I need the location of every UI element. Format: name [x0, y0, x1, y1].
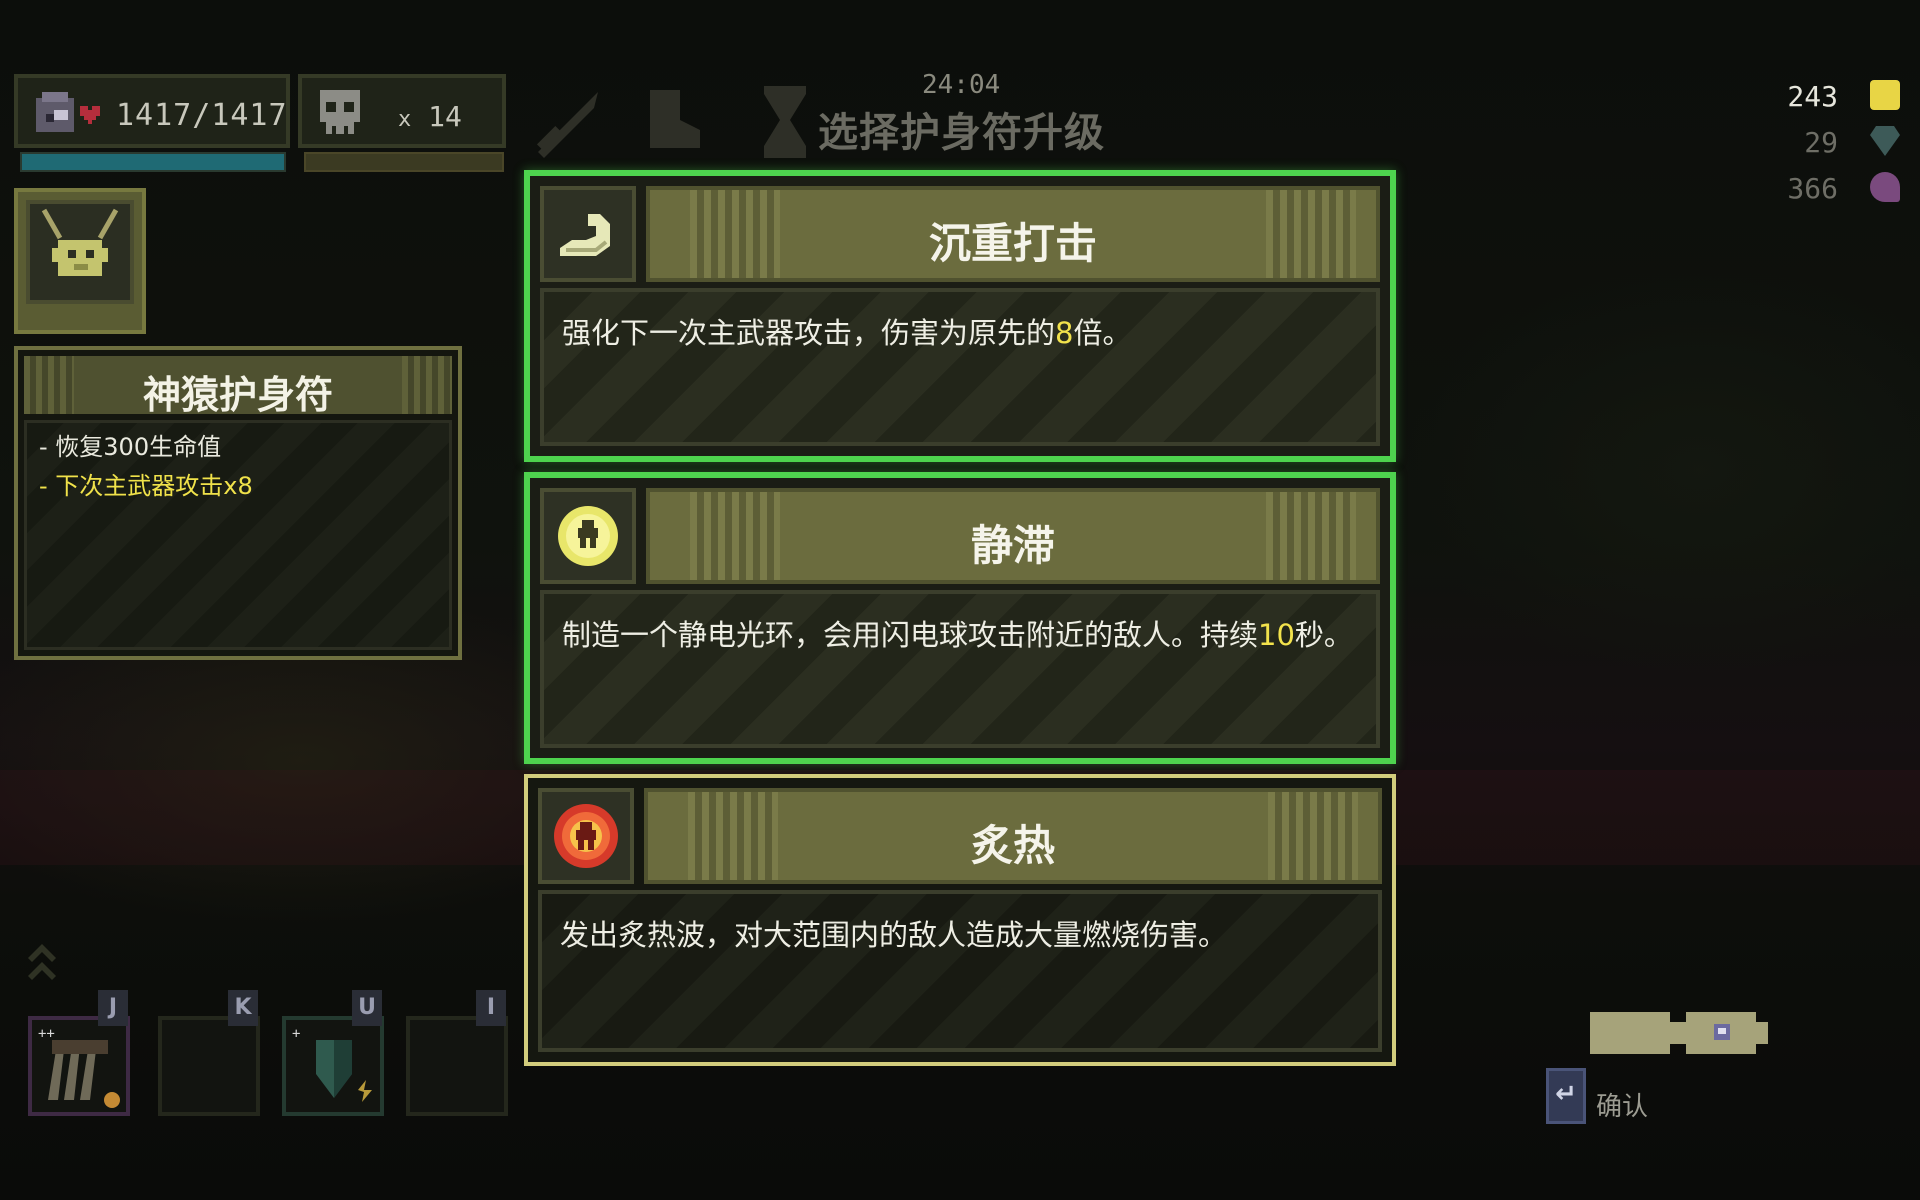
run-timer: 24:04	[922, 70, 1001, 100]
gem-count: 29	[1804, 126, 1838, 159]
minimap	[1590, 1012, 1768, 1054]
amulet-tooltip: 神猿护身符 - 恢复300生命值 - 下次主武器攻击x8	[14, 346, 462, 660]
level-up-arrow-icon	[28, 944, 56, 980]
choice-header: 沉重打击	[646, 186, 1380, 282]
gold-count: 243	[1787, 80, 1838, 113]
monkey-amulet-icon	[41, 208, 119, 276]
static-aura-icon	[558, 506, 618, 566]
choice-body: 制造一个静电光环，会用闪电球攻击附近的敌人。持续10秒。	[540, 590, 1380, 748]
skull-icon	[320, 90, 360, 134]
amulet-effect-line: - 恢复300生命值	[39, 433, 222, 461]
amulet-effect-line-highlight: - 下次主武器攻击x8	[39, 472, 253, 500]
desc-text-end: 秒。	[1294, 618, 1353, 652]
kill-count-prefix: x	[398, 107, 412, 132]
desc-number: 8	[1055, 316, 1074, 350]
choice-header: 静滞	[646, 488, 1380, 584]
svg-text:+: +	[292, 1026, 300, 1042]
upgrade-choice-card[interactable]: 沉重打击 强化下一次主武器攻击，伤害为原先的8倍。	[524, 170, 1396, 462]
soul-count: 366	[1787, 172, 1838, 205]
hotkey-badge: U	[352, 990, 382, 1026]
boot-stat-icon	[650, 90, 700, 148]
choice-title: 沉重打击	[928, 219, 1097, 268]
skill-slot-empty[interactable]	[406, 1016, 508, 1116]
kill-counter-panel: x 14	[298, 74, 506, 148]
choice-icon-frame	[540, 488, 636, 584]
amulet-tooltip-title: 神猿护身符	[142, 373, 333, 417]
choice-description: 制造一个静电光环，会用闪电球攻击附近的敌人。持续10秒。	[562, 612, 1353, 654]
hourglass-icon	[764, 86, 806, 158]
choice-icon-frame	[538, 788, 634, 884]
hotkey-badge: K	[228, 990, 258, 1026]
health-value: 1417/1417	[116, 98, 288, 133]
upgrade-choice-card[interactable]: 炙热 发出炙热波，对大范围内的敌人造成大量燃烧伤害。	[524, 774, 1396, 1066]
heat-burst-icon	[554, 804, 618, 868]
desc-text: 发出炙热波，对大范围内的敌人造成大量燃烧伤害。	[560, 918, 1228, 952]
health-panel: 1417/1417	[14, 74, 290, 148]
claw-weapon-icon: ++	[38, 1026, 120, 1108]
amulet-slot[interactable]	[14, 188, 146, 334]
health-bar	[20, 152, 286, 172]
svg-text:++: ++	[38, 1026, 55, 1042]
kill-count: x 14	[398, 100, 462, 133]
enter-key-icon[interactable]: ↵	[1546, 1068, 1586, 1124]
health-bar-fill	[22, 154, 284, 170]
choose-upgrade-title: 选择护身符升级	[818, 110, 1105, 156]
sword-stat-icon	[536, 92, 598, 158]
skill-slot-empty[interactable]	[158, 1016, 260, 1116]
skill-slot-shield[interactable]: +	[282, 1016, 384, 1116]
skill-slot-claw[interactable]: ++	[28, 1016, 130, 1116]
choice-body: 强化下一次主武器攻击，伤害为原先的8倍。	[540, 288, 1380, 446]
hotkey-badge: I	[476, 990, 506, 1026]
upgrade-choice-card[interactable]: 静滞 制造一个静电光环，会用闪电球攻击附近的敌人。持续10秒。	[524, 472, 1396, 764]
hotkey-badge: J	[98, 990, 128, 1026]
choice-icon-frame	[540, 186, 636, 282]
choice-description: 强化下一次主武器攻击，伤害为原先的8倍。	[562, 310, 1131, 352]
desc-text-end: 倍。	[1073, 316, 1132, 350]
choice-title: 炙热	[970, 821, 1055, 870]
flexed-arm-icon	[560, 214, 610, 256]
amulet-tooltip-header: 神猿护身符	[24, 356, 452, 417]
confirm-label[interactable]: 确认	[1596, 1086, 1648, 1123]
shield-skill-icon: +	[292, 1026, 372, 1102]
choice-title: 静滞	[970, 521, 1055, 570]
choice-description: 发出炙热波，对大范围内的敌人造成大量燃烧伤害。	[560, 912, 1227, 954]
choice-body: 发出炙热波，对大范围内的敌人造成大量燃烧伤害。	[538, 890, 1382, 1052]
gold-coin-icon	[1870, 80, 1900, 110]
desc-text: 制造一个静电光环，会用闪电球攻击附近的敌人。持续	[562, 618, 1259, 652]
desc-text: 强化下一次主武器攻击，伤害为原先的	[562, 316, 1056, 350]
choice-header: 炙热	[644, 788, 1382, 884]
soul-icon	[1870, 172, 1900, 202]
amulet-slot-frame	[26, 200, 134, 304]
kill-count-value: 14	[428, 100, 462, 133]
desc-number: 10	[1258, 618, 1295, 652]
amulet-tooltip-body: - 恢复300生命值 - 下次主武器攻击x8	[24, 420, 452, 650]
kill-progress-bar	[304, 152, 504, 172]
player-portrait-icon	[36, 92, 100, 132]
